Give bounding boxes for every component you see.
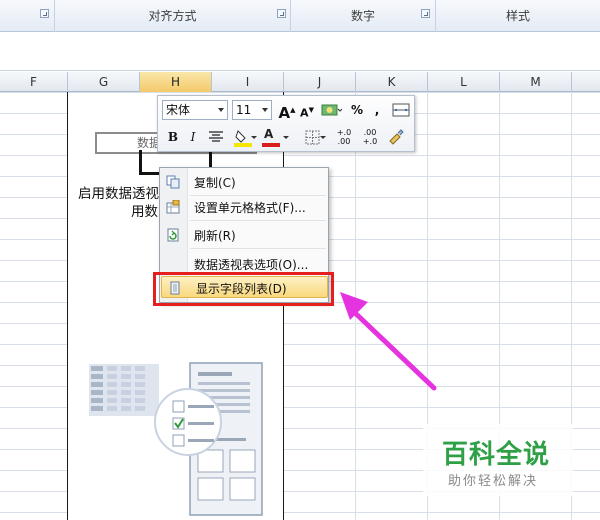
number-dialog-launcher-icon[interactable] [421,9,430,18]
currency-icon [321,104,343,116]
menu-separator [190,220,326,221]
column-header-h[interactable]: H [140,72,212,92]
increase-decimal-button[interactable]: +.0 .00 [332,127,356,147]
alignment-group-label: 对齐方式 [148,9,197,23]
center-align-button[interactable] [206,127,226,147]
watermark-subtitle: 助你轻松解决 [448,474,539,489]
ribbon-group-font [0,0,55,32]
font-name-combo[interactable]: 宋体 [162,100,228,120]
chevron-down-icon [283,136,289,139]
bold-button[interactable]: B [164,127,182,147]
excel-window: 对齐方式 数字 样式 F G H I J K L M 数据 启用数据透视 用数 [0,0,600,520]
merge-center-button[interactable] [390,100,412,120]
refresh-icon [167,228,179,242]
column-header-k[interactable]: K [356,72,428,92]
pivot-message-line1: 启用数据透视 [78,186,159,202]
alignment-dialog-launcher-icon[interactable] [277,9,286,18]
magnifier-checklist-icon [154,388,222,456]
ribbon-group-styles: 样式 [436,0,600,32]
column-header-j[interactable]: J [284,72,356,92]
ribbon-bar: 对齐方式 数字 样式 [0,0,600,32]
menu-item-refresh[interactable]: 刷新(R) [160,224,328,246]
decrease-decimal-button[interactable]: .00 +.0 [358,127,382,147]
borders-button[interactable] [300,127,326,147]
watermark-title: 百科全说 [442,440,551,470]
menu-item-pivot-options-label: 数据透视表选项(O)... [194,258,309,272]
menu-item-copy[interactable]: 复制(C) [160,171,328,193]
font-dialog-launcher-icon[interactable] [40,9,49,18]
decrease-decimal-icon: .00 +.0 [362,128,378,146]
column-header-m[interactable]: M [500,72,572,92]
watermark-logo: 百科全说 助你轻松解决 [423,424,573,496]
column-header-f[interactable]: F [0,72,68,92]
font-size-value: 11 [236,103,252,117]
column-header-row: F G H I J K L M [0,72,600,92]
copy-icon [166,175,180,189]
comma-style-button[interactable]: , [370,100,384,120]
font-color-button[interactable]: A [262,127,289,147]
highlight-annotation-box [153,272,334,306]
shrink-font-button[interactable]: A▼ [298,100,316,120]
font-name-value: 宋体 [166,103,191,117]
format-painter-icon [389,129,404,145]
increase-decimal-icon: +.0 .00 [336,128,352,146]
menu-separator [190,248,326,249]
column-header-l[interactable]: L [428,72,500,92]
paint-bucket-icon [234,130,252,147]
fill-color-button[interactable] [230,127,257,147]
ribbon-group-number: 数字 [291,0,436,32]
pivot-field-list-illustration [89,362,263,516]
styles-group-label: 样式 [505,9,530,23]
chevron-down-icon [262,108,268,112]
percent-style-button[interactable]: % [348,100,366,120]
column-header-g[interactable]: G [68,72,140,92]
pivot-table-grid-icon [89,364,159,416]
merge-cells-icon [392,103,410,117]
mini-toolbar-row-1: 宋体 11 A▲ A▼ % , [162,100,412,122]
menu-item-copy-label: 复制(C) [194,176,236,190]
pointer-arrow-annotation [340,292,437,391]
chevron-down-icon [320,136,326,139]
grow-font-button[interactable]: A▲ [278,100,296,122]
align-center-icon [209,131,223,142]
chevron-down-icon [218,108,224,112]
font-color-letter: A [264,127,274,141]
menu-item-format-cells[interactable]: 设置单元格格式(F)... [160,196,328,218]
mini-toolbar: 宋体 11 A▲ A▼ % , B I A +.0 .00 .00 +.0 [157,95,415,152]
column-header-n[interactable] [572,72,600,92]
italic-button[interactable]: I [184,127,202,147]
formula-bar-area [0,33,600,71]
pivot-border-right [283,92,284,520]
format-painter-button[interactable] [386,127,406,147]
format-cells-icon [166,200,180,214]
font-size-combo[interactable]: 11 [232,100,272,120]
font-color-swatch [262,143,280,147]
ribbon-group-alignment: 对齐方式 [55,0,291,32]
menu-item-format-cells-label: 设置单元格格式(F)... [194,201,306,215]
number-group-label: 数字 [350,9,375,23]
number-format-button[interactable] [320,100,343,120]
menu-item-refresh-label: 刷新(R) [194,229,236,243]
mini-toolbar-row-2: B I A +.0 .00 .00 +.0 [162,127,412,149]
chevron-down-icon [251,136,257,139]
column-header-i[interactable]: I [212,72,284,92]
